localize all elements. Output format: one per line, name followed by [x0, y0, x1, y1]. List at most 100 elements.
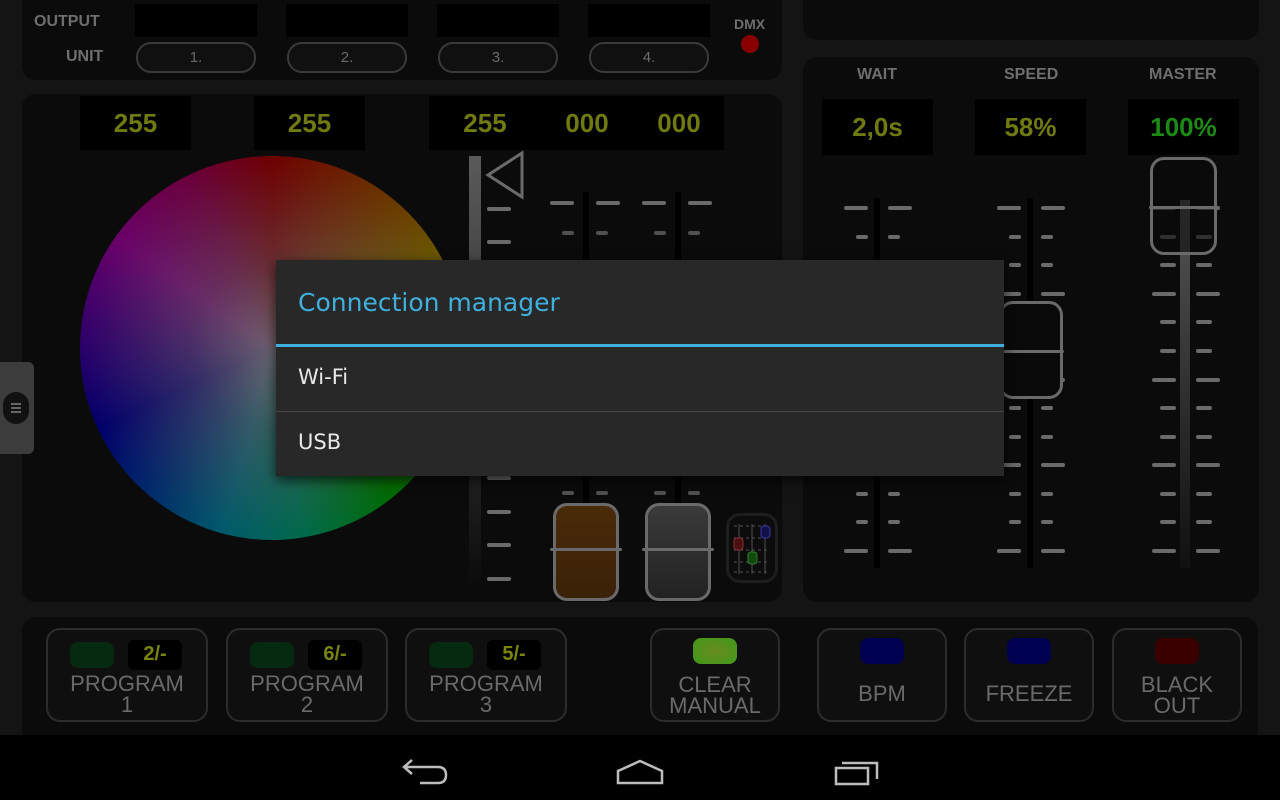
output-label: OUTPUT: [34, 13, 100, 30]
blackout-button[interactable]: BLACK OUT: [1112, 628, 1242, 722]
unit-button-2[interactable]: 2.: [287, 42, 407, 73]
program-1-button[interactable]: 2/- PROGRAM 1: [46, 628, 208, 722]
output-unit-panel: OUTPUT UNIT 1. 2. 3. 4. DMX: [22, 0, 782, 80]
drawer-grip-icon: [3, 392, 29, 424]
speed-slider-tick: [1041, 434, 1053, 439]
bpm-button[interactable]: BPM: [817, 628, 947, 722]
master-slider-knob[interactable]: [1149, 157, 1218, 255]
dmx-status-led: [741, 35, 759, 53]
wait-slider-tick: [888, 549, 912, 553]
master-slider-tick: [1152, 549, 1176, 553]
home-button[interactable]: [595, 743, 685, 793]
color-value-5: 000: [657, 108, 701, 138]
speed-slider-tick: [1041, 206, 1065, 210]
fader-tick: [550, 201, 574, 205]
program-1-step-badge: 2/-: [128, 640, 182, 670]
mixer-view-button[interactable]: [726, 513, 778, 583]
master-slider-tick: [1196, 320, 1212, 325]
master-slider-tick: [1160, 320, 1176, 325]
program-2-number: 2: [300, 692, 314, 717]
color-value-2: 255: [254, 96, 365, 150]
intensity-tick: [487, 577, 511, 581]
speed-slider-tick: [1009, 520, 1021, 525]
master-slider-tick: [1160, 406, 1176, 411]
dialog-title: Connection manager: [298, 288, 560, 317]
intensity-tick: [487, 510, 511, 514]
connection-manager-dialog: Connection manager Wi-Fi USB: [276, 260, 1004, 476]
unit-button-1[interactable]: 1.: [136, 42, 256, 73]
fader-tick: [688, 491, 700, 495]
master-slider-tick: [1196, 434, 1212, 439]
master-slider-rail: [1180, 200, 1190, 568]
fader-tick: [688, 231, 700, 235]
color-value-3: 255: [463, 108, 507, 138]
speed-slider-knob[interactable]: [998, 301, 1064, 400]
master-slider-tick: [1196, 463, 1220, 468]
clear-manual-led: [693, 638, 737, 664]
fader-tick: [596, 491, 608, 495]
fader-tick: [654, 231, 666, 235]
program-2-step-badge: 6/-: [308, 640, 362, 670]
fader-tick: [562, 231, 574, 235]
back-button[interactable]: [378, 743, 468, 793]
speed-slider-tick: [1009, 434, 1021, 439]
master-label: MASTER: [1149, 66, 1217, 83]
fader-2-knob[interactable]: [645, 503, 711, 601]
unit-label: UNIT: [66, 48, 104, 65]
top-right-panel: [803, 0, 1259, 40]
speed-slider-tick: [1041, 549, 1065, 553]
speed-slider-tick: [1041, 491, 1053, 496]
master-value: 100%: [1128, 99, 1239, 155]
connection-option-wifi[interactable]: Wi-Fi: [276, 347, 1004, 411]
speed-slider-tick: [997, 206, 1021, 210]
output-display-3: [437, 4, 559, 37]
program-2-button[interactable]: 6/- PROGRAM 2: [226, 628, 388, 722]
intensity-tick: [487, 240, 511, 244]
recents-icon: [834, 761, 879, 786]
blackout-led: [1155, 638, 1199, 664]
unit-button-3[interactable]: 3.: [438, 42, 558, 73]
program-3-step-badge: 5/-: [487, 640, 541, 670]
side-drawer-handle[interactable]: [0, 362, 34, 454]
speed-slider-tick: [1009, 491, 1021, 496]
master-slider-tick: [1152, 377, 1176, 382]
master-slider-tick: [1196, 291, 1220, 296]
wait-slider-tick: [888, 520, 900, 525]
fader-1-knob-line: [550, 548, 622, 551]
master-knob-line: [1149, 206, 1218, 209]
program-1-number: 1: [120, 692, 134, 717]
program-1-led: [70, 642, 114, 668]
clear-manual-button[interactable]: CLEAR MANUAL: [650, 628, 780, 722]
program-3-number: 3: [479, 692, 493, 717]
speed-slider-tick: [1041, 234, 1053, 239]
back-icon: [402, 759, 448, 785]
master-slider-tick: [1196, 406, 1212, 411]
master-slider-tick: [1160, 348, 1176, 353]
fader-tick: [596, 201, 620, 205]
master-slider-tick: [1196, 348, 1212, 353]
intensity-tick: [487, 207, 511, 211]
bpm-label: BPM: [858, 681, 906, 706]
wait-slider-tick: [888, 234, 900, 239]
intensity-slider-pointer[interactable]: [484, 150, 526, 202]
unit-button-4[interactable]: 4.: [589, 42, 709, 73]
intensity-tick: [487, 476, 511, 480]
program-3-button[interactable]: 5/- PROGRAM 3: [405, 628, 567, 722]
color-value-4: 000: [565, 108, 609, 138]
speed-value: 58%: [975, 99, 1086, 155]
connection-option-usb[interactable]: USB: [276, 412, 1004, 476]
master-slider-tick: [1196, 520, 1212, 525]
fader-tick: [596, 231, 608, 235]
dmx-label: DMX: [734, 16, 766, 32]
fader-1-knob[interactable]: [553, 503, 619, 601]
fader-tick: [688, 201, 712, 205]
master-slider-tick: [1196, 491, 1212, 496]
master-slider-tick: [1196, 263, 1212, 268]
recents-button[interactable]: [812, 743, 902, 793]
freeze-button[interactable]: FREEZE: [964, 628, 1094, 722]
wait-slider-tick: [856, 520, 868, 525]
wait-slider-tick: [856, 234, 868, 239]
speed-slider-tick: [1041, 291, 1065, 296]
speed-slider-tick: [997, 549, 1021, 553]
output-display-2: [286, 4, 408, 37]
